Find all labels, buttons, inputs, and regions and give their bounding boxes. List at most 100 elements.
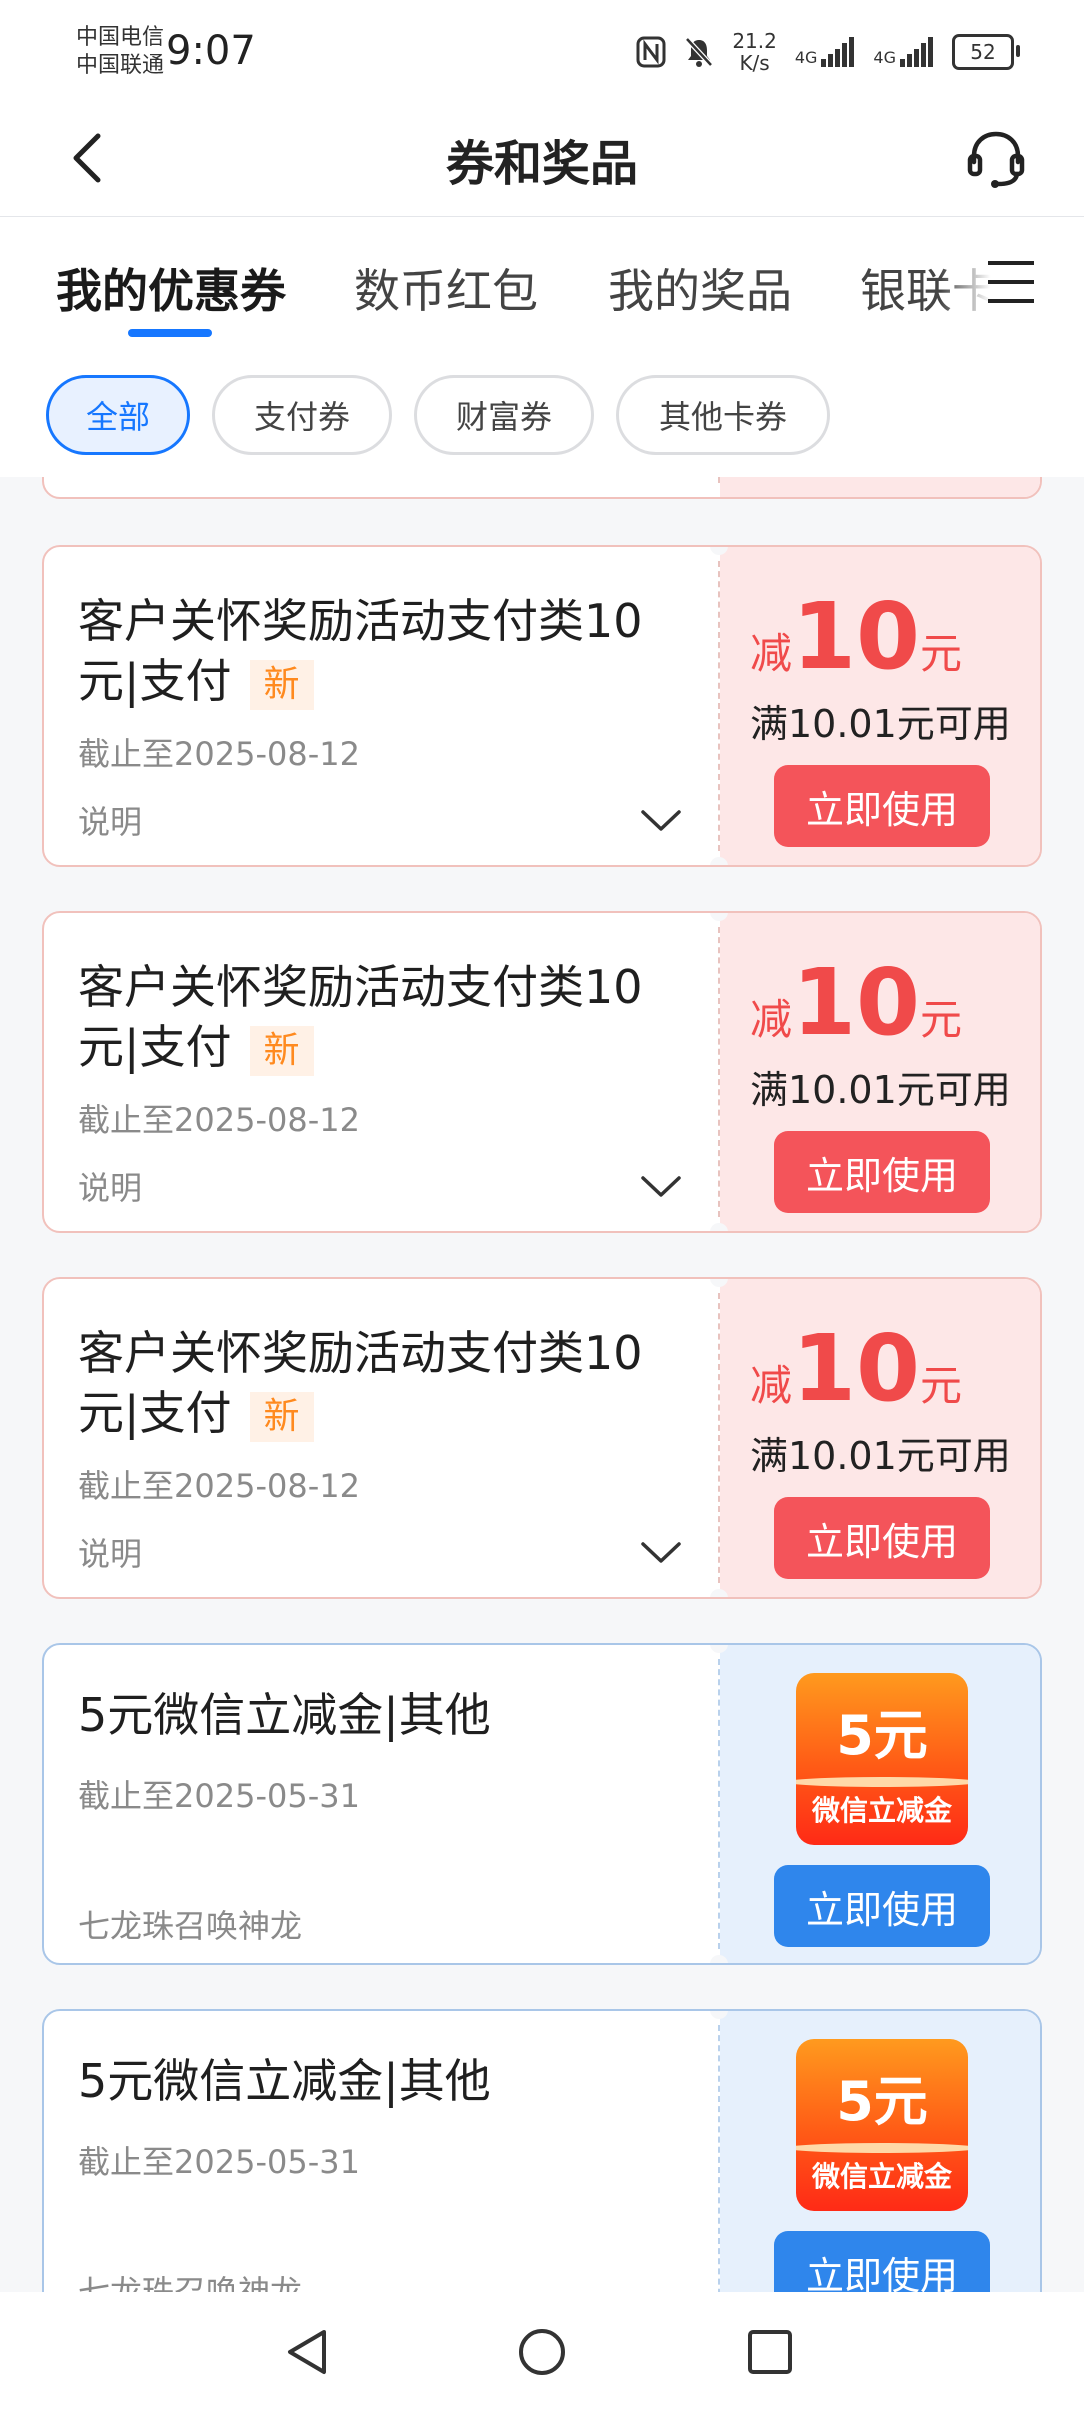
tile-label: 微信立减金 [811, 1794, 952, 1827]
coupon-right-panel [720, 477, 1040, 497]
coupon-title-text: 客户关怀奖励活动支付类10元|支付 [78, 960, 643, 1074]
coupon-card[interactable]: 客户关怀奖励活动支付类10元|支付新 截止至2025-08-12 说明 减10元… [42, 911, 1042, 1233]
use-now-button[interactable]: 立即使用 [774, 1865, 990, 1947]
coupon-right-panel: 减10元 满10.01元可用 立即使用 [720, 1279, 1040, 1597]
network-type-2: 4G [873, 48, 896, 67]
use-now-button[interactable]: 立即使用 [774, 1131, 990, 1213]
coupon-expiry: 截止至2025-05-31 [78, 2143, 360, 2181]
filter-wealth[interactable]: 财富券 [414, 375, 594, 455]
coupon-title: 5元微信立减金|其他 [78, 1688, 491, 1742]
new-badge: 新 [249, 1391, 314, 1442]
nav-home-icon[interactable] [516, 2326, 568, 2378]
chevron-down-icon[interactable] [640, 1541, 682, 1565]
menu-icon[interactable] [986, 257, 1036, 307]
coupon-divider [718, 2025, 720, 2292]
amount-value: 10 [792, 1315, 921, 1422]
coupon-divider [718, 927, 720, 1217]
coupon-title: 客户关怀奖励活动支付类10元|支付新 [78, 1323, 678, 1443]
net-speed-unit: K/s [739, 51, 770, 75]
net-speed: 21.2 K/s [732, 30, 777, 74]
amount-prefix: 减 [750, 629, 793, 678]
new-badge: 新 [249, 659, 314, 710]
battery-icon: 52 [952, 34, 1020, 70]
active-tab-indicator [128, 329, 212, 337]
amount-unit: 元 [920, 629, 963, 678]
status-bar: 中国电信 中国联通 9:07 21.2 K/s 4G 4G 52 [0, 0, 1084, 100]
coupon-left-panel: 5元微信立减金|其他 截止至2025-05-31 七龙珠召唤神龙 [44, 2011, 718, 2292]
system-nav-bar [0, 2292, 1084, 2412]
use-now-button[interactable]: 立即使用 [774, 2231, 990, 2292]
coupon-note[interactable]: 说明 [78, 1529, 142, 1575]
mute-bell-icon [685, 37, 714, 67]
wechat-discount-tile: 5元 微信立减金 [796, 2039, 968, 2211]
coupon-right-panel: 减10元 满10.01元可用 立即使用 [720, 913, 1040, 1231]
filter-payment[interactable]: 支付券 [212, 375, 392, 455]
coupon-expiry: 截止至2025-08-12 [78, 1101, 360, 1139]
tab-my-coupons[interactable]: 我的优惠券 [56, 255, 286, 321]
tile-value: 5元 [836, 2070, 928, 2133]
amount-unit: 元 [920, 995, 963, 1044]
coupon-expiry: 截止至2025-05-31 [78, 1777, 360, 1815]
new-badge: 新 [249, 1025, 314, 1076]
amount-prefix: 减 [750, 995, 793, 1044]
nfc-icon [636, 36, 666, 68]
coupon-left-panel: 5元微信立减金|其他 截止至2025-05-31 七龙珠召唤神龙 [44, 1645, 718, 1963]
wechat-coupon-card[interactable]: 5元微信立减金|其他 截止至2025-05-31 七龙珠召唤神龙 5元 微信立减… [42, 1643, 1042, 1965]
coupon-left-panel: 客户关怀奖励活动支付类10元|支付新 截止至2025-08-12 说明 [44, 913, 718, 1231]
clock: 9:07 [166, 28, 256, 74]
nav-recent-apps-icon[interactable] [746, 2328, 794, 2376]
coupon-divider [718, 1293, 720, 1583]
coupon-card-partial [42, 477, 1042, 499]
amount-prefix: 减 [750, 1361, 793, 1410]
coupon-expiry: 截止至2025-08-12 [78, 735, 360, 773]
header-bar: 券和奖品 [0, 100, 1084, 217]
network-type-1: 4G [794, 48, 818, 67]
coupon-title: 客户关怀奖励活动支付类10元|支付新 [78, 957, 678, 1077]
coupon-list[interactable]: 客户关怀奖励活动支付类10元|支付新 截止至2025-08-12 说明 减10元… [0, 477, 1084, 2292]
signal-bars-icon [900, 37, 933, 67]
use-now-button[interactable]: 立即使用 [774, 765, 990, 847]
net-speed-value: 21.2 [732, 29, 777, 53]
page-title: 券和奖品 [445, 136, 638, 192]
amount-value: 10 [792, 583, 921, 690]
coupon-title-text: 客户关怀奖励活动支付类10元|支付 [78, 1326, 643, 1440]
use-now-button[interactable]: 立即使用 [774, 1497, 990, 1579]
wechat-coupon-card[interactable]: 5元微信立减金|其他 截止至2025-05-31 七龙珠召唤神龙 5元 微信立减… [42, 2009, 1042, 2292]
coupon-card[interactable]: 客户关怀奖励活动支付类10元|支付新 截止至2025-08-12 说明 减10元… [42, 1277, 1042, 1599]
coupon-note[interactable]: 说明 [78, 797, 142, 843]
tile-value: 5元 [836, 1704, 928, 1767]
coupon-divider [718, 561, 720, 851]
coupon-divider [718, 477, 720, 483]
chevron-down-icon[interactable] [640, 1175, 682, 1199]
coupon-expiry: 截止至2025-08-12 [78, 1467, 360, 1505]
nav-back-icon[interactable] [282, 2326, 334, 2378]
carrier-2: 中国联通 [76, 53, 165, 78]
carrier-info: 中国电信 中国联通 [76, 24, 164, 80]
coupon-divider [718, 1659, 720, 1949]
coupon-title: 5元微信立减金|其他 [78, 2054, 491, 2108]
wechat-discount-tile: 5元 微信立减金 [796, 1673, 968, 1845]
filter-other-cards[interactable]: 其他卡券 [616, 375, 830, 455]
tab-digital-red-packet[interactable]: 数币红包 [354, 255, 538, 321]
coupon-right-panel: 5元 微信立减金 立即使用 [720, 1645, 1040, 1963]
coupon-amount: 减10元 [750, 949, 962, 1056]
carrier-1: 中国电信 [76, 25, 165, 50]
coupon-condition: 满10.01元可用 [750, 1068, 1011, 1112]
coupon-amount: 减10元 [750, 583, 962, 690]
coupon-title-text: 客户关怀奖励活动支付类10元|支付 [78, 594, 643, 708]
coupon-note: 七龙珠召唤神龙 [78, 1907, 303, 1945]
coupon-left-panel: 客户关怀奖励活动支付类10元|支付新 截止至2025-08-12 说明 [44, 1279, 718, 1597]
customer-service-icon[interactable] [964, 126, 1028, 190]
tile-band [796, 2143, 968, 2153]
chevron-down-icon[interactable] [640, 809, 682, 833]
signal-bars-icon [821, 37, 855, 67]
tab-bar: 我的优惠券 数币红包 我的奖品 银联卡 [0, 217, 1084, 347]
tab-my-prizes[interactable]: 我的奖品 [608, 255, 792, 321]
coupon-note[interactable]: 说明 [78, 1163, 142, 1209]
filter-all[interactable]: 全部 [46, 375, 190, 455]
coupon-condition: 满10.01元可用 [750, 702, 1011, 746]
coupon-card[interactable]: 客户关怀奖励活动支付类10元|支付新 截止至2025-08-12 说明 减10元… [42, 545, 1042, 867]
coupon-right-panel: 减10元 满10.01元可用 立即使用 [720, 547, 1040, 865]
coupon-amount: 减10元 [750, 1315, 962, 1422]
signal-2: 4G [873, 37, 934, 67]
